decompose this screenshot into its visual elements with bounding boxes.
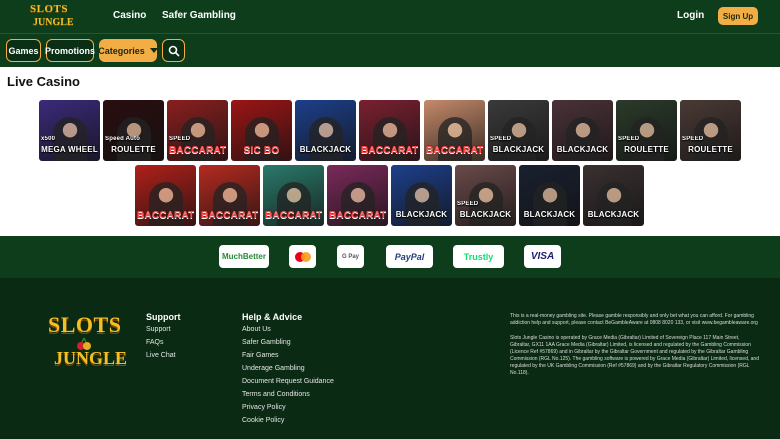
game-tag: SPEED xyxy=(682,136,704,142)
game-title: BACCARAT xyxy=(265,210,322,221)
game-tag: SPEED xyxy=(490,136,512,142)
footer-link-privacy[interactable]: Privacy Policy xyxy=(242,404,286,411)
footer-logo-text-1: SLOTS xyxy=(48,312,122,337)
footer-logo[interactable]: SLOTS JUNGLE xyxy=(48,312,128,374)
legal-text-2: Slots Jungle Casino is operated by Grace… xyxy=(510,335,759,376)
game-tile[interactable]: SPEED BLACKJACK xyxy=(455,165,516,226)
game-title: MEGA WHEEL xyxy=(41,145,98,154)
legal-text-1: This is a real-money gambling site. Plea… xyxy=(510,313,758,326)
game-tile[interactable]: BACCARAT xyxy=(359,100,420,161)
game-title: BLACKJACK xyxy=(523,210,576,219)
payment-methods-band: MuchBetter G Pay PayPal Trustly VISA xyxy=(0,236,780,278)
game-tile[interactable]: x500 MEGA WHEEL xyxy=(39,100,100,161)
logo-text-2: JUNGLE xyxy=(33,17,74,28)
game-title: BLACKJACK xyxy=(556,145,609,154)
game-tile[interactable]: BACCARAT xyxy=(135,165,196,226)
signup-button[interactable]: Sign Up xyxy=(718,7,758,25)
help-heading: Help & Advice xyxy=(242,312,303,322)
game-title: BACCARAT xyxy=(201,210,258,221)
game-tile[interactable]: SPEED BLACKJACK xyxy=(488,100,549,161)
game-title: BACCARAT xyxy=(329,210,386,221)
footer-link-safer-gambling[interactable]: Safer Gambling xyxy=(242,339,291,346)
game-tag: SPEED xyxy=(618,136,640,142)
payment-trustly: Trustly xyxy=(453,245,504,268)
category-nav: Games Promotions Categories xyxy=(0,33,780,67)
footer-link-cookie[interactable]: Cookie Policy xyxy=(242,417,284,424)
dealer-image xyxy=(404,182,439,226)
game-title: BACCARAT xyxy=(426,145,483,156)
footer-link-support[interactable]: Support xyxy=(146,326,171,333)
payment-mastercard xyxy=(289,245,316,268)
caret-down-icon xyxy=(149,48,158,53)
game-title: ROULETTE xyxy=(111,145,156,154)
footer-link-document-request[interactable]: Document Request Guidance xyxy=(242,378,334,385)
footer-link-faqs[interactable]: FAQs xyxy=(146,339,164,346)
game-tag: SPEED xyxy=(169,136,191,142)
footer-logo-text-2: JUNGLE xyxy=(54,348,128,368)
payment-visa: VISA xyxy=(524,245,561,268)
categories-dropdown[interactable]: Categories xyxy=(98,39,158,62)
game-title: ROULETTE xyxy=(688,145,733,154)
nav-casino-link[interactable]: Casino xyxy=(113,10,146,21)
game-tile[interactable]: BACCARAT xyxy=(327,165,388,226)
game-tile[interactable]: BACCARAT xyxy=(424,100,485,161)
games-button[interactable]: Games xyxy=(6,39,41,62)
page-title: Live Casino xyxy=(7,74,80,89)
game-tag: Speed Auto xyxy=(105,136,141,142)
dealer-image xyxy=(532,182,567,226)
game-title: BLACKJACK xyxy=(395,210,448,219)
footer-link-underage[interactable]: Underage Gambling xyxy=(242,365,305,372)
login-link[interactable]: Login xyxy=(677,10,704,21)
game-title: BLACKJACK xyxy=(587,210,640,219)
game-tag: SPEED xyxy=(457,201,479,207)
game-title: ROULETTE xyxy=(624,145,669,154)
support-heading: Support xyxy=(146,312,181,322)
game-title: BACCARAT xyxy=(137,210,194,221)
game-tile[interactable]: BLACKJACK xyxy=(391,165,452,226)
game-tile[interactable]: SPEED BACCARAT xyxy=(167,100,228,161)
payment-gpay: G Pay xyxy=(337,245,364,268)
payment-muchbetter: MuchBetter xyxy=(219,245,269,268)
game-title: BLACKJACK xyxy=(459,210,512,219)
search-icon xyxy=(168,45,180,57)
game-title: BACCARAT xyxy=(169,145,226,156)
game-tag: x500 xyxy=(41,136,56,142)
game-tile[interactable]: SPEED ROULETTE xyxy=(680,100,741,161)
dealer-image xyxy=(596,182,631,226)
nav-safer-gambling-link[interactable]: Safer Gambling xyxy=(162,10,236,21)
promotions-button[interactable]: Promotions xyxy=(45,39,95,62)
game-tile[interactable]: BLACKJACK xyxy=(552,100,613,161)
dealer-image xyxy=(308,117,343,161)
footer-link-fair-games[interactable]: Fair Games xyxy=(242,352,279,359)
game-title: BLACKJACK xyxy=(299,145,352,154)
game-tile[interactable]: Speed Auto ROULETTE xyxy=(103,100,164,161)
game-tile[interactable]: SIC BO xyxy=(231,100,292,161)
logo-text-1: SLOTS xyxy=(30,3,68,15)
game-title: BACCARAT xyxy=(361,145,418,156)
game-title: BLACKJACK xyxy=(492,145,545,154)
footer-link-live-chat[interactable]: Live Chat xyxy=(146,352,176,359)
site-logo[interactable]: SLOTS JUNGLE xyxy=(30,3,74,31)
game-title: SIC BO xyxy=(243,145,280,156)
game-tile[interactable]: BACCARAT xyxy=(263,165,324,226)
game-tile[interactable]: BLACKJACK xyxy=(295,100,356,161)
categories-label: Categories xyxy=(98,45,145,56)
game-tile[interactable]: SPEED ROULETTE xyxy=(616,100,677,161)
payment-paypal: PayPal xyxy=(386,245,433,268)
footer-link-terms[interactable]: Terms and Conditions xyxy=(242,391,310,398)
footer-link-about[interactable]: About Us xyxy=(242,326,271,333)
game-tile[interactable]: BLACKJACK xyxy=(583,165,644,226)
mastercard-icon xyxy=(294,251,311,262)
search-button[interactable] xyxy=(162,39,185,62)
game-tile[interactable]: BLACKJACK xyxy=(519,165,580,226)
game-tile[interactable]: BACCARAT xyxy=(199,165,260,226)
dealer-image xyxy=(565,117,600,161)
